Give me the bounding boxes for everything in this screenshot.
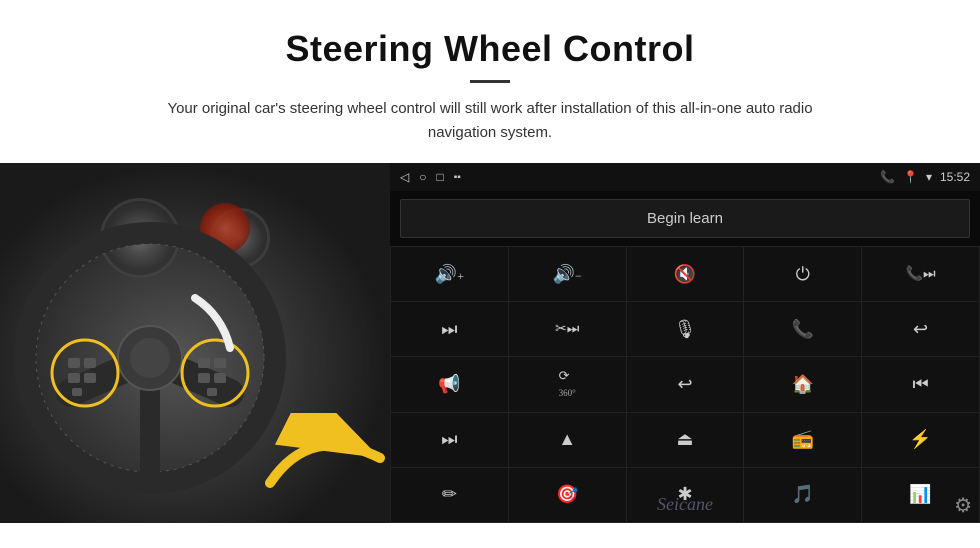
mute-button[interactable]: 🔇 xyxy=(627,247,744,301)
phone-skip-button[interactable]: 📞⏭ xyxy=(862,247,979,301)
status-bar-right: 📞 📍 ▾ 15:52 xyxy=(880,170,970,184)
edit-icon: ✏ xyxy=(442,484,457,505)
phone-skip-icon: 📞⏭ xyxy=(906,266,936,283)
eq-icon: ⚡ xyxy=(909,429,931,450)
bluetooth-button[interactable]: ✱ xyxy=(627,468,744,522)
next-track-icon: ⏭ xyxy=(441,319,457,340)
phone-icon: 📞 xyxy=(880,170,895,184)
power-button[interactable]: ⏻ xyxy=(744,247,861,301)
nav-icon: ▲ xyxy=(558,429,576,450)
fast-forward-button[interactable]: ✂⏭ xyxy=(509,302,626,356)
power-icon: ⏻ xyxy=(796,264,810,285)
music-button[interactable]: 🎵 xyxy=(744,468,861,522)
gear-icon: ⚙ xyxy=(954,495,972,517)
bluetooth-icon: ✱ xyxy=(677,484,692,505)
vol-down-button[interactable]: 🔊− xyxy=(509,247,626,301)
speaker-icon: 📢 xyxy=(438,374,460,395)
car-image-area xyxy=(0,163,390,523)
status-bar-left: ◁ ○ □ ▪▪ xyxy=(400,170,461,185)
360-button[interactable]: ⟳360° xyxy=(509,357,626,411)
prev-prev-icon: ⏮ xyxy=(912,374,928,395)
edit-button[interactable]: ✏ xyxy=(391,468,508,522)
vol-down-icon: 🔊− xyxy=(553,264,582,285)
subtitle-text: Your original car's steering wheel contr… xyxy=(140,97,840,145)
page-title: Steering Wheel Control xyxy=(80,28,900,70)
nav-button[interactable]: ▲ xyxy=(509,413,626,467)
location-icon: 📍 xyxy=(903,170,918,184)
eject-icon: ⏏ xyxy=(676,429,693,450)
steering-wheel-svg xyxy=(10,218,290,498)
fast-forward-icon: ✂⏭ xyxy=(555,321,579,338)
mute-icon: 🔇 xyxy=(674,264,696,285)
360-icon: ⟳360° xyxy=(559,368,576,400)
target-icon: 🎯 xyxy=(556,484,578,505)
radio-icon: 📻 xyxy=(792,429,814,450)
title-divider xyxy=(470,80,510,83)
phone-icon: 📞 xyxy=(792,319,814,340)
status-time: 15:52 xyxy=(940,170,970,184)
home-circle-icon: ○ xyxy=(419,170,426,185)
skip-next-icon: ⏭ xyxy=(441,429,457,450)
gear-settings-button[interactable]: ⚙ xyxy=(954,493,972,518)
home-icon: 🏠 xyxy=(792,374,814,395)
next-track-button[interactable]: ⏭ xyxy=(391,302,508,356)
battery-small-icon: ▪▪ xyxy=(454,172,461,183)
begin-learn-area: Begin learn xyxy=(390,191,980,246)
prev-prev-button[interactable]: ⏮ xyxy=(862,357,979,411)
hangup-icon: ↩ xyxy=(913,319,928,340)
arrow-indicator xyxy=(250,413,390,503)
back-icon: ↩ xyxy=(677,374,692,395)
equalizer-icon: 📊 xyxy=(909,484,931,505)
back-arrow-icon: ◁ xyxy=(400,170,409,185)
radio-button[interactable]: 📻 xyxy=(744,413,861,467)
head-unit-panel: ◁ ○ □ ▪▪ 📞 📍 ▾ 15:52 Begin learn xyxy=(390,163,980,523)
content-area: ◁ ○ □ ▪▪ 📞 📍 ▾ 15:52 Begin learn xyxy=(0,163,980,523)
square-icon: □ xyxy=(436,170,443,185)
home-button[interactable]: 🏠 xyxy=(744,357,861,411)
vol-up-icon: 🔊+ xyxy=(435,264,464,285)
skip-next-button[interactable]: ⏭ xyxy=(391,413,508,467)
wifi-icon: ▾ xyxy=(926,170,932,184)
mic-icon: 🎙 xyxy=(674,319,697,340)
speaker-button[interactable]: 📢 xyxy=(391,357,508,411)
music-icon: 🎵 xyxy=(792,484,814,505)
status-bar: ◁ ○ □ ▪▪ 📞 📍 ▾ 15:52 xyxy=(390,163,980,191)
back-button[interactable]: ↩ xyxy=(627,357,744,411)
eq-button[interactable]: ⚡ xyxy=(862,413,979,467)
header-section: Steering Wheel Control Your original car… xyxy=(0,0,980,163)
vol-up-button[interactable]: 🔊+ xyxy=(391,247,508,301)
target-button[interactable]: 🎯 xyxy=(509,468,626,522)
eject-button[interactable]: ⏏ xyxy=(627,413,744,467)
phone-button[interactable]: 📞 xyxy=(744,302,861,356)
mic-button[interactable]: 🎙 xyxy=(627,302,744,356)
begin-learn-button[interactable]: Begin learn xyxy=(400,199,970,238)
page-wrapper: Steering Wheel Control Your original car… xyxy=(0,0,980,523)
controls-grid: 🔊+ 🔊− 🔇 ⏻ 📞⏭ ⏭ ✂⏭ xyxy=(390,246,980,523)
hangup-button[interactable]: ↩ xyxy=(862,302,979,356)
